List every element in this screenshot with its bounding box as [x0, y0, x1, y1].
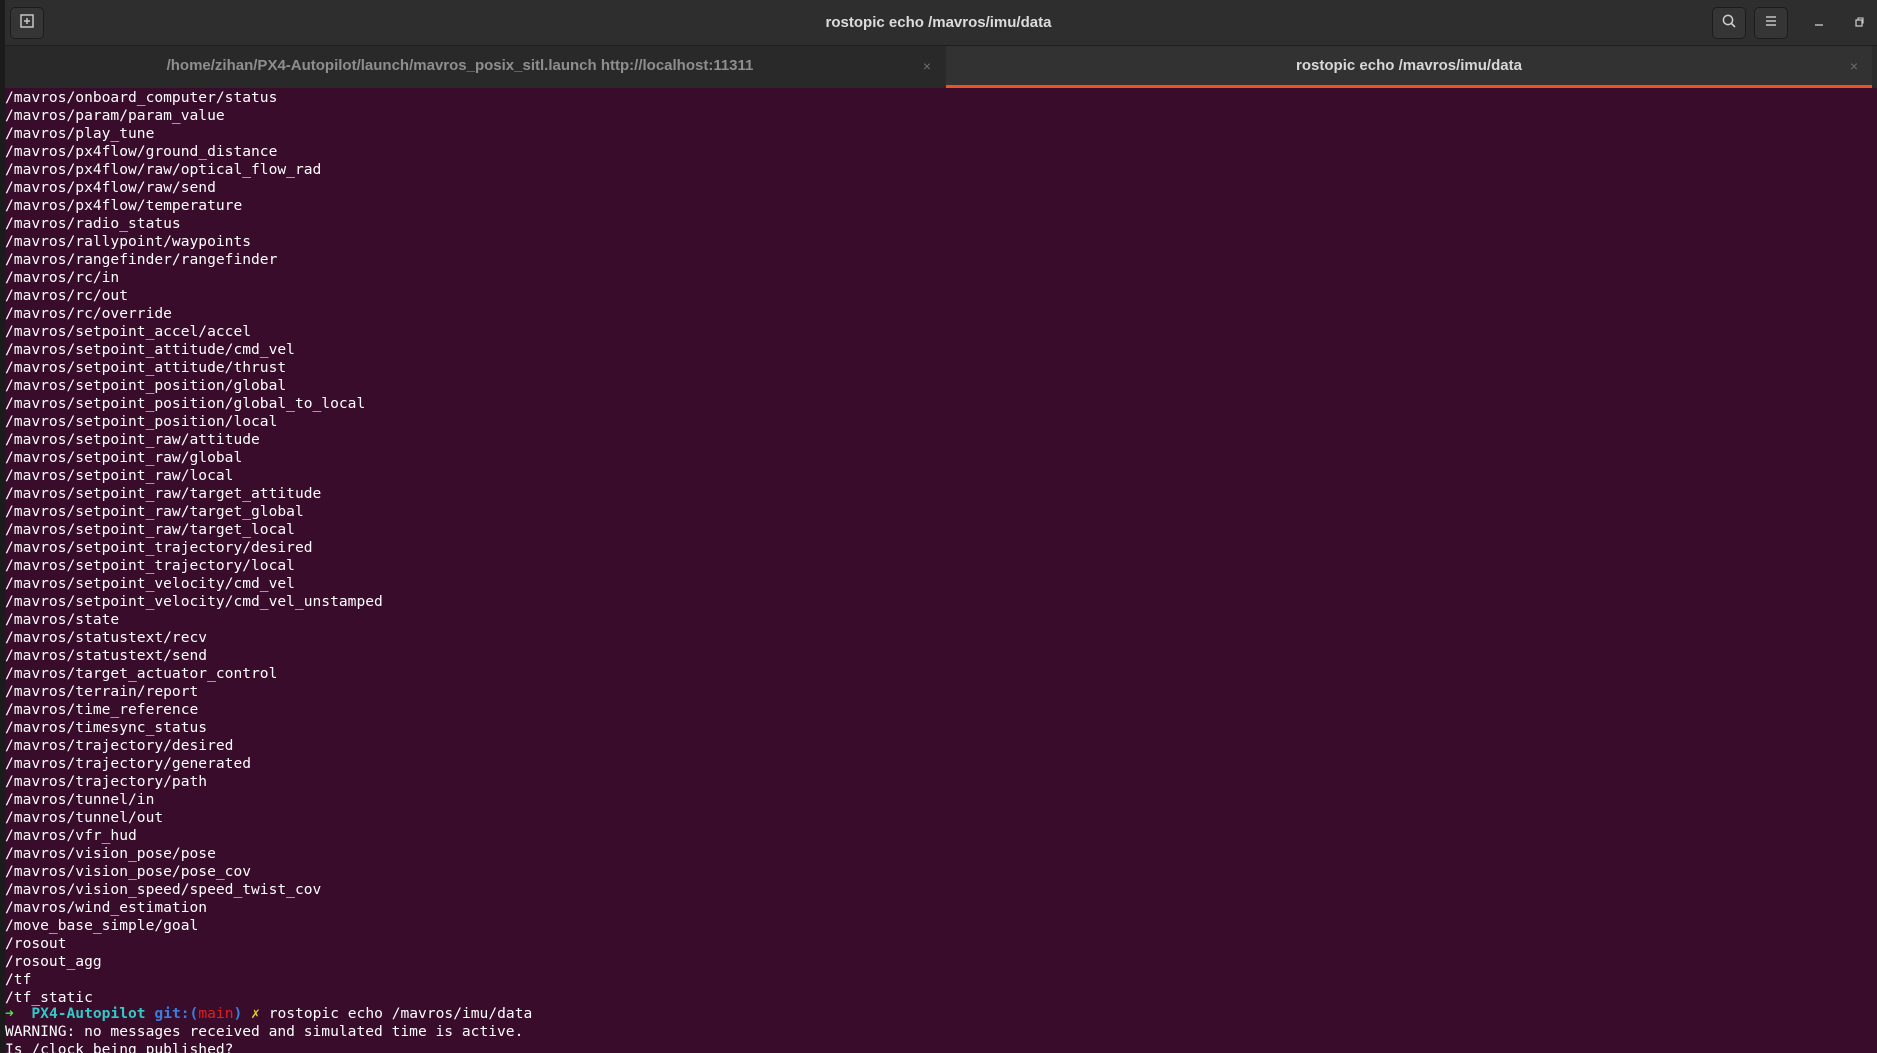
minimize-button[interactable]	[1808, 12, 1830, 34]
terminal-line: /mavros/setpoint_raw/target_local	[5, 521, 295, 538]
search-icon	[1721, 13, 1737, 34]
warning-message: WARNING: no messages received and simula…	[5, 1023, 524, 1040]
tab-bar: /home/zihan/PX4-Autopilot/launch/mavros_…	[0, 46, 1877, 88]
hamburger-menu-icon	[1763, 13, 1779, 34]
terminal-line: /mavros/rc/out	[5, 287, 129, 304]
terminal-window: rostopic echo /mavros/imu/data /home/zih…	[0, 0, 1877, 1053]
terminal-line: /mavros/setpoint_position/global	[5, 377, 287, 394]
terminal-line: /mavros/setpoint_velocity/cmd_vel_unstam…	[5, 593, 383, 610]
prompt-dirty-marker: ✗	[251, 1005, 260, 1022]
tab-label: rostopic echo /mavros/imu/data	[1296, 57, 1522, 74]
terminal-line: /mavros/rc/in	[5, 269, 120, 286]
prompt-arrow: ➜	[5, 1005, 14, 1022]
new-tab-icon	[19, 13, 35, 34]
terminal-line: /mavros/onboard_computer/status	[5, 89, 278, 106]
maximize-button[interactable]	[1848, 12, 1870, 34]
prompt-command: rostopic echo /mavros/imu/data	[268, 1005, 533, 1022]
terminal-line: /mavros/time_reference	[5, 701, 199, 718]
terminal-line: /mavros/setpoint_trajectory/local	[5, 557, 295, 574]
header-bar: rostopic echo /mavros/imu/data	[0, 0, 1877, 46]
terminal-line: /mavros/rangefinder/rangefinder	[5, 251, 278, 268]
window-title: rostopic echo /mavros/imu/data	[825, 14, 1052, 31]
terminal-line: /mavros/vision_speed/speed_twist_cov	[5, 881, 322, 898]
terminal-line: /mavros/vision_pose/pose	[5, 845, 216, 862]
terminal-line: /mavros/target_actuator_control	[5, 665, 278, 682]
warning-question: Is /clock being published?	[5, 1041, 234, 1053]
terminal-line: /mavros/trajectory/generated	[5, 755, 252, 772]
terminal-line: /mavros/px4flow/raw/send	[5, 179, 216, 196]
prompt-git-prefix: git:(	[154, 1005, 199, 1022]
terminal-output[interactable]: /mavros/onboard_computer/status /mavros/…	[0, 88, 1877, 1053]
terminal-line: /rosout_agg	[5, 953, 102, 970]
terminal-line: /mavros/setpoint_attitude/cmd_vel	[5, 341, 295, 358]
shell-prompt: ➜ PX4-Autopilot git:(main) ✗ rostopic ec…	[5, 1005, 532, 1023]
terminal-line: /move_base_simple/goal	[5, 917, 199, 934]
tab-rostopic-echo[interactable]: rostopic echo /mavros/imu/data ×	[946, 46, 1872, 88]
tab-close-button[interactable]: ×	[919, 58, 935, 74]
tab-label: /home/zihan/PX4-Autopilot/launch/mavros_…	[166, 57, 754, 74]
terminal-line: /mavros/radio_status	[5, 215, 181, 232]
menu-button[interactable]	[1754, 7, 1788, 39]
terminal-line: /mavros/setpoint_raw/local	[5, 467, 234, 484]
terminal-line: /mavros/trajectory/path	[5, 773, 208, 790]
terminal-line: /mavros/vfr_hud	[5, 827, 137, 844]
terminal-line: /mavros/rc/override	[5, 305, 172, 322]
terminal-line: /mavros/param/param_value	[5, 107, 225, 124]
terminal-line: /mavros/setpoint_raw/target_global	[5, 503, 304, 520]
terminal-line: /mavros/setpoint_position/local	[5, 413, 278, 430]
prompt-git-suffix: )	[233, 1005, 243, 1022]
topic-list: /mavros/onboard_computer/status /mavros/…	[5, 89, 383, 1007]
terminal-line: /mavros/setpoint_accel/accel	[5, 323, 252, 340]
terminal-line: /mavros/statustext/recv	[5, 629, 208, 646]
minimize-icon	[1813, 15, 1825, 31]
terminal-line: /mavros/statustext/send	[5, 647, 208, 664]
search-button[interactable]	[1712, 7, 1746, 39]
terminal-line: /mavros/setpoint_raw/global	[5, 449, 243, 466]
terminal-line: /rosout	[5, 935, 67, 952]
terminal-line: /mavros/px4flow/raw/optical_flow_rad	[5, 161, 322, 178]
terminal-line: /mavros/setpoint_velocity/cmd_vel	[5, 575, 295, 592]
terminal-line: /mavros/setpoint_raw/target_attitude	[5, 485, 322, 502]
prompt-directory: PX4-Autopilot	[31, 1005, 146, 1022]
new-tab-button[interactable]	[10, 7, 44, 39]
terminal-line: /mavros/play_tune	[5, 125, 155, 142]
terminal-line: /mavros/setpoint_trajectory/desired	[5, 539, 313, 556]
terminal-line: /mavros/terrain/report	[5, 683, 199, 700]
terminal-line: /tf	[5, 971, 32, 988]
prompt-git-branch: main	[198, 1005, 234, 1022]
terminal-line: /mavros/rallypoint/waypoints	[5, 233, 252, 250]
terminal-line: /mavros/setpoint_attitude/thrust	[5, 359, 287, 376]
terminal-line: /mavros/trajectory/desired	[5, 737, 234, 754]
terminal-line: /mavros/px4flow/temperature	[5, 197, 243, 214]
window-left-edge	[0, 0, 5, 1053]
terminal-line: /mavros/wind_estimation	[5, 899, 208, 916]
tab-mavros-launch[interactable]: /home/zihan/PX4-Autopilot/launch/mavros_…	[5, 46, 945, 88]
terminal-line: /mavros/setpoint_position/global_to_loca…	[5, 395, 366, 412]
tab-close-button[interactable]: ×	[1846, 58, 1862, 74]
terminal-line: /mavros/tunnel/in	[5, 791, 155, 808]
terminal-line: /mavros/tunnel/out	[5, 809, 164, 826]
terminal-line: /mavros/vision_pose/pose_cov	[5, 863, 252, 880]
terminal-line: /mavros/state	[5, 611, 120, 628]
maximize-icon	[1853, 15, 1865, 31]
terminal-line: /mavros/timesync_status	[5, 719, 208, 736]
terminal-line: /mavros/px4flow/ground_distance	[5, 143, 278, 160]
terminal-line: /mavros/setpoint_raw/attitude	[5, 431, 260, 448]
